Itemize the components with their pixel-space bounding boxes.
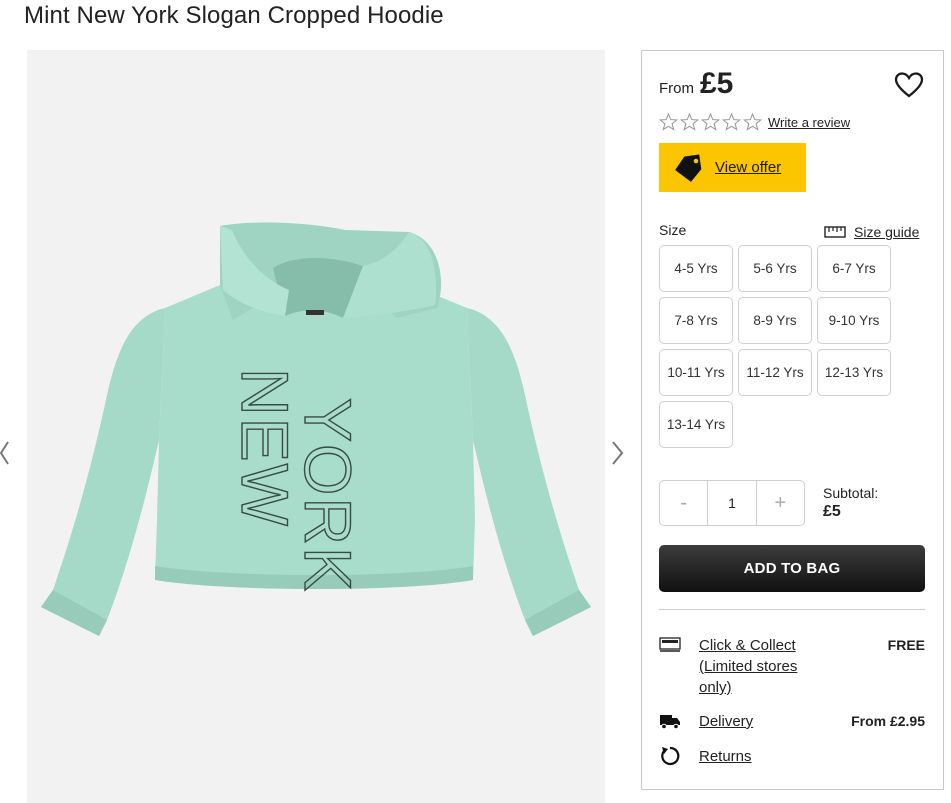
svg-text:YORK: YORK bbox=[291, 398, 365, 593]
delivery-row: Delivery From £2.95 bbox=[659, 711, 925, 732]
click-collect-price: FREE bbox=[887, 637, 925, 653]
chevron-left-icon[interactable] bbox=[0, 436, 22, 470]
returns-row: Returns bbox=[659, 746, 925, 767]
returns-icon bbox=[661, 746, 680, 766]
hoodie-product-photo: NEW YORK bbox=[41, 222, 591, 636]
size-option[interactable]: 13-14 Yrs bbox=[659, 401, 733, 448]
size-guide-link[interactable]: Size guide bbox=[824, 224, 919, 240]
subtotal-label: Subtotal: bbox=[823, 485, 879, 501]
add-to-bag-button[interactable]: ADD TO BAG bbox=[659, 545, 925, 592]
chevron-right-icon[interactable] bbox=[608, 436, 630, 470]
returns-link[interactable]: Returns bbox=[699, 746, 819, 767]
view-offer-label: View offer bbox=[715, 159, 782, 176]
divider bbox=[659, 609, 925, 610]
click-collect-link[interactable]: Click & Collect (Limited stores only) bbox=[699, 635, 819, 698]
size-guide-label: Size guide bbox=[854, 224, 920, 240]
size-option[interactable]: 6-7 Yrs bbox=[817, 245, 891, 292]
delivery-price: From £2.95 bbox=[851, 713, 925, 729]
size-option[interactable]: 11-12 Yrs bbox=[738, 349, 812, 396]
size-option[interactable]: 9-10 Yrs bbox=[817, 297, 891, 344]
size-option[interactable]: 7-8 Yrs bbox=[659, 297, 733, 344]
quantity-stepper: - 1 + bbox=[659, 480, 805, 526]
view-offer-button[interactable]: View offer bbox=[659, 143, 806, 192]
size-option[interactable]: 10-11 Yrs bbox=[659, 349, 733, 396]
star-icon bbox=[743, 113, 762, 131]
star-icon bbox=[659, 113, 678, 131]
star-icon bbox=[701, 113, 720, 131]
quantity-input[interactable]: 1 bbox=[707, 481, 757, 525]
heart-icon[interactable] bbox=[894, 71, 924, 99]
quantity-increase-button[interactable]: + bbox=[757, 481, 804, 525]
product-buy-panel: From £5 Write a review View offer Size S… bbox=[641, 50, 944, 790]
star-icon bbox=[722, 113, 741, 131]
size-option[interactable]: 5-6 Yrs bbox=[738, 245, 812, 292]
ruler-icon bbox=[824, 226, 846, 238]
click-collect-row: Click & Collect (Limited stores only) FR… bbox=[659, 635, 925, 698]
star-icon bbox=[680, 113, 699, 131]
page-title: Mint New York Slogan Cropped Hoodie bbox=[24, 2, 444, 29]
size-label: Size bbox=[659, 222, 687, 238]
quantity-decrease-button[interactable]: - bbox=[660, 481, 707, 525]
size-option[interactable]: 4-5 Yrs bbox=[659, 245, 733, 292]
price-value: £5 bbox=[700, 67, 734, 100]
truck-icon bbox=[660, 715, 680, 730]
size-option[interactable]: 12-13 Yrs bbox=[817, 349, 891, 396]
subtotal: Subtotal: £5 bbox=[823, 485, 878, 521]
subtotal-value: £5 bbox=[823, 503, 841, 520]
store-icon bbox=[659, 637, 681, 652]
svg-text:NEW: NEW bbox=[228, 368, 302, 528]
delivery-link[interactable]: Delivery bbox=[699, 711, 819, 732]
size-option[interactable]: 8-9 Yrs bbox=[738, 297, 812, 344]
price-row: From £5 bbox=[659, 67, 733, 101]
write-review-link[interactable]: Write a review bbox=[768, 115, 850, 130]
size-options: 4-5 Yrs 5-6 Yrs 6-7 Yrs 7-8 Yrs 8-9 Yrs … bbox=[659, 245, 899, 448]
price-tag-icon bbox=[675, 153, 702, 182]
rating-row: Write a review bbox=[659, 113, 850, 131]
price-from-label: From bbox=[659, 80, 694, 97]
product-image-gallery: NEW YORK bbox=[27, 50, 605, 803]
